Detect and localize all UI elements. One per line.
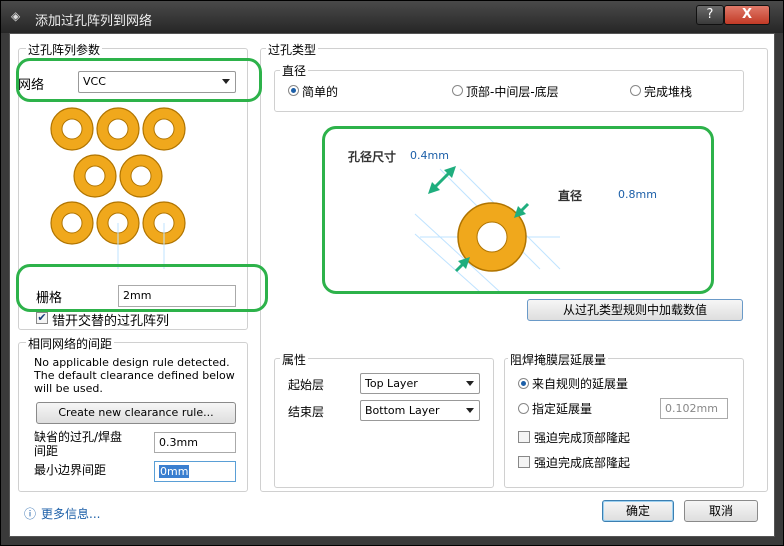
start-layer-label: 起始层 xyxy=(288,378,325,392)
grid-highlight xyxy=(16,264,268,312)
help-button[interactable]: ? xyxy=(696,5,724,25)
app-icon: ◈ xyxy=(11,9,21,23)
info-icon: ⓘ xyxy=(24,507,37,521)
array-params-group-label: 过孔阵列参数 xyxy=(26,41,103,58)
top-middle-bottom-radio[interactable] xyxy=(452,85,463,96)
simple-radio-label: 简单的 xyxy=(302,85,339,99)
start-layer-select[interactable]: Top Layer xyxy=(360,373,480,394)
close-button[interactable]: X xyxy=(724,5,770,25)
clearance-group-label: 相同网络的间距 xyxy=(26,335,115,352)
properties-group-label: 属性 xyxy=(280,351,309,368)
dialog-window: ◈ 添加过孔阵列到网络 ? X 过孔阵列参数 网络 VCC 栅格 2mm ✔ 错… xyxy=(0,0,784,546)
more-info-link[interactable]: 更多信息... xyxy=(41,505,100,522)
specify-expansion-radio[interactable] xyxy=(518,403,529,414)
cancel-button[interactable]: 取消 xyxy=(684,500,758,522)
force-top-checkbox[interactable] xyxy=(518,431,530,443)
force-bottom-label: 强迫完成底部隆起 xyxy=(534,456,631,470)
hole-size-highlight xyxy=(322,126,714,294)
force-bottom-checkbox[interactable] xyxy=(518,456,530,468)
missing-clearance-label: 缺省的过孔/焊盘间距 xyxy=(34,430,123,458)
chevron-down-icon xyxy=(466,408,474,413)
stagger-checkbox[interactable]: ✔ xyxy=(36,312,48,324)
from-rule-radio[interactable] xyxy=(518,378,529,389)
missing-clearance-input[interactable]: 0.3mm xyxy=(154,432,236,453)
force-top-label: 强迫完成顶部隆起 xyxy=(534,431,631,445)
end-layer-value: Bottom Layer xyxy=(365,404,440,417)
diameter-type-group-label: 直径 xyxy=(280,62,309,79)
clearance-message: No applicable design rule detected. The … xyxy=(34,356,235,395)
solder-mask-group-label: 阻焊掩膜层延展量 xyxy=(508,351,609,368)
title-bar: ◈ 添加过孔阵列到网络 ? X xyxy=(1,1,783,33)
simple-radio[interactable] xyxy=(288,85,299,96)
from-rule-label: 来自规则的延展量 xyxy=(532,377,629,391)
start-layer-value: Top Layer xyxy=(365,377,418,390)
min-edge-value: 0mm xyxy=(159,465,190,478)
create-clearance-rule-button[interactable]: Create new clearance rule... xyxy=(36,402,236,424)
full-stack-radio[interactable] xyxy=(630,85,641,96)
stagger-label: 错开交替的过孔阵列 xyxy=(52,314,170,329)
net-highlight xyxy=(16,58,262,102)
end-layer-select[interactable]: Bottom Layer xyxy=(360,400,480,421)
end-layer-label: 结束层 xyxy=(288,405,325,419)
window-title: 添加过孔阵列到网络 xyxy=(35,14,153,29)
dialog-body: 过孔阵列参数 网络 VCC 栅格 2mm ✔ 错开交替的过孔阵列 相同网络的间距… xyxy=(9,33,775,537)
load-from-rule-button[interactable]: 从过孔类型规则中加载数值 xyxy=(527,299,743,321)
chevron-down-icon xyxy=(466,381,474,386)
via-type-group-label: 过孔类型 xyxy=(266,41,319,58)
full-stack-radio-label: 完成堆栈 xyxy=(644,85,693,99)
via-array-preview xyxy=(50,107,186,269)
min-edge-input[interactable]: 0mm xyxy=(154,461,236,482)
min-edge-label: 最小边界间距 xyxy=(34,463,107,477)
specify-expansion-label: 指定延展量 xyxy=(532,402,593,416)
top-middle-bottom-radio-label: 顶部-中间层-底层 xyxy=(466,85,559,99)
specify-expansion-input[interactable]: 0.102mm xyxy=(660,398,728,419)
ok-button[interactable]: 确定 xyxy=(602,500,674,522)
